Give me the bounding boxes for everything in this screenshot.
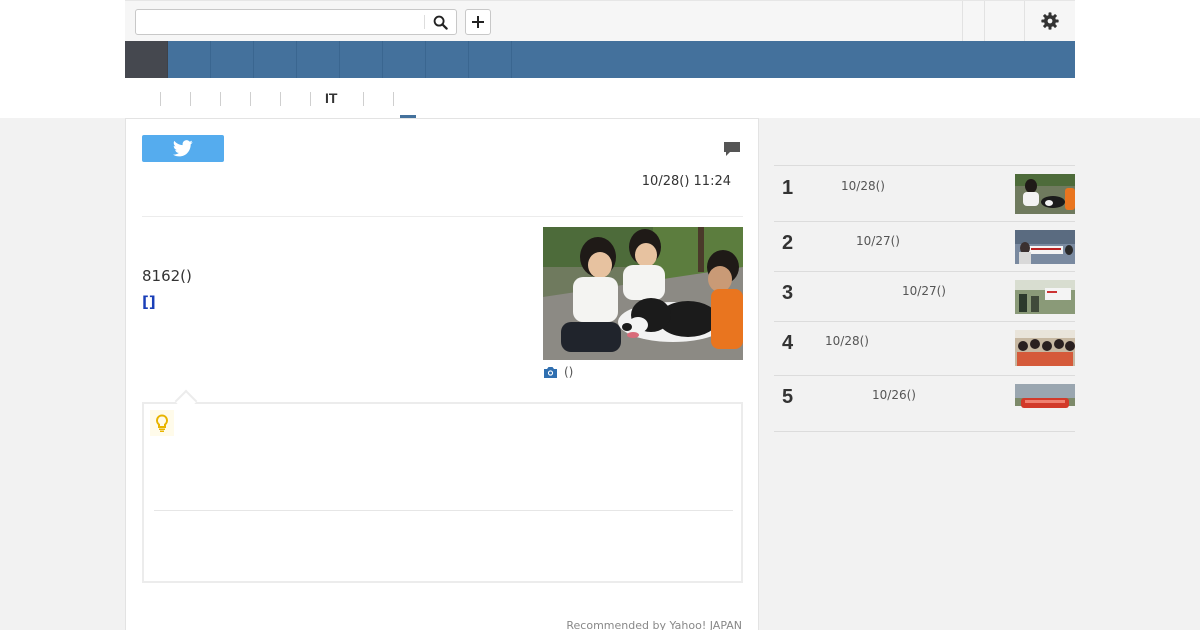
ranking-item[interactable]: 3 10/27() [774, 271, 1075, 321]
recommend-credit: Recommended by Yahoo! JAPAN [566, 619, 742, 630]
subnav-separator [250, 92, 251, 106]
lightbulb-icon [156, 414, 168, 432]
ranking-item[interactable]: 2 10/27() [774, 221, 1075, 271]
search-button[interactable] [424, 10, 456, 34]
photo-caption-text: () [564, 365, 574, 379]
nav-item[interactable] [297, 41, 340, 78]
article-column: 10/28() 11:24 8162() [] () Recommended b… [125, 118, 759, 630]
ranking-number: 1 [782, 177, 794, 199]
add-button[interactable] [465, 9, 491, 35]
subnav-separator [310, 92, 311, 106]
comment-icon [724, 142, 740, 156]
tip-icon-container [150, 410, 174, 436]
nav-item[interactable] [168, 41, 211, 78]
ranking-thumbnail [1015, 230, 1075, 264]
subnav-separator [220, 92, 221, 106]
nav-item[interactable] [469, 41, 512, 78]
ranking-item[interactable]: 1 10/28() [774, 165, 1075, 221]
tip-divider [154, 510, 733, 511]
settings-button[interactable] [1025, 1, 1075, 41]
nav-item[interactable] [383, 41, 426, 78]
ranking-number: 5 [782, 386, 794, 408]
tip-box [142, 389, 743, 583]
top-bar [125, 0, 1075, 41]
thumbnail-image [1015, 230, 1075, 264]
comment-button[interactable] [722, 139, 742, 159]
thumbnail-image [1015, 174, 1075, 214]
ranking-date: 10/27() [856, 234, 900, 248]
article-body-text: 8162() [142, 267, 192, 285]
subnav-separator [280, 92, 281, 106]
camera-icon [544, 367, 557, 378]
ranking-item[interactable]: 4 10/28() [774, 321, 1075, 375]
ranking-item[interactable]: 5 10/26() [774, 375, 1075, 431]
subnav-item-it[interactable]: IT [325, 90, 337, 106]
search-box [135, 9, 457, 35]
ranking-end-divider [774, 431, 1075, 432]
ranking-number: 2 [782, 232, 794, 254]
ranking-thumbnail [1015, 174, 1075, 214]
photo-image [543, 227, 743, 360]
article-photo[interactable] [543, 227, 743, 360]
article-body-link[interactable]: [] [142, 293, 156, 311]
tip-box-arrow [174, 389, 198, 413]
thumbnail-image [1015, 280, 1075, 314]
subnav-separator [160, 92, 161, 106]
top-divider [962, 1, 963, 41]
ranking-thumbnail [1015, 280, 1075, 314]
nav-item[interactable] [211, 41, 254, 78]
gear-icon [1041, 12, 1059, 30]
ranking-date: 10/28() [841, 179, 885, 193]
subnav-separator [363, 92, 364, 106]
photo-caption[interactable]: () [543, 365, 573, 379]
ranking-date: 10/28() [825, 334, 869, 348]
global-nav [125, 41, 1075, 78]
plus-icon [472, 16, 484, 28]
thumbnail-image [1015, 384, 1075, 422]
ranking-thumbnail [1015, 384, 1075, 422]
nav-item[interactable] [426, 41, 469, 78]
article-date: 10/28() 11:24 [641, 174, 731, 189]
subnav-separator [393, 92, 394, 106]
thumbnail-image [1015, 330, 1075, 366]
twitter-bird-icon [173, 140, 193, 157]
tweet-button[interactable] [142, 135, 224, 162]
ranking-number: 4 [782, 332, 794, 354]
ranking-thumbnail [1015, 330, 1075, 366]
search-icon [433, 15, 448, 30]
subnav-separator [190, 92, 191, 106]
search-input[interactable] [136, 10, 424, 34]
top-divider [984, 1, 985, 41]
ranking-number: 3 [782, 282, 794, 304]
nav-item-top[interactable] [125, 41, 168, 78]
divider [142, 216, 743, 217]
ranking-date: 10/27() [902, 284, 946, 298]
nav-item[interactable] [340, 41, 383, 78]
nav-item[interactable] [254, 41, 297, 78]
ranking-date: 10/26() [872, 388, 916, 402]
